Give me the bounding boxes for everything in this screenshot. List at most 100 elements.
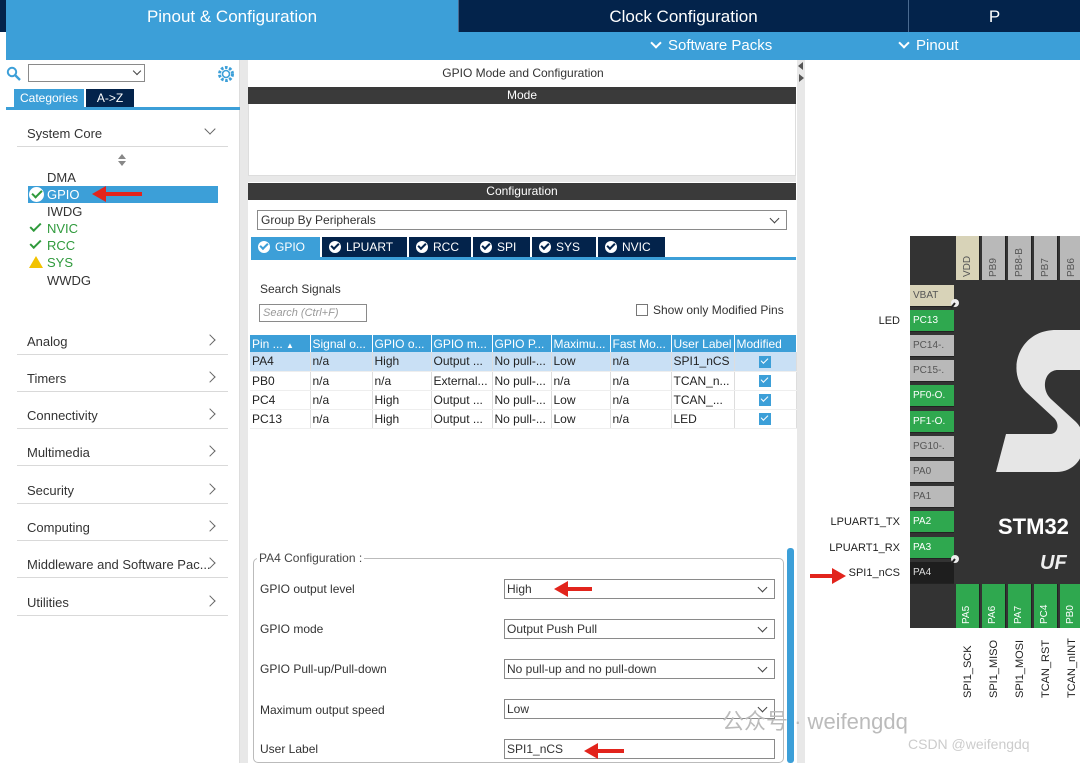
watermark: 公众号 · weifengdq	[722, 709, 908, 734]
search-signals-input[interactable]: Search (Ctrl+F)	[259, 304, 367, 322]
gpio-pull-select[interactable]: No pull-up and no pull-down	[504, 659, 775, 679]
col-header-modified[interactable]: Modified	[734, 335, 797, 352]
pin-pb9[interactable]: PB9	[982, 236, 1006, 280]
pin-pa5[interactable]: PA5	[956, 584, 980, 628]
checked-checkbox[interactable]	[758, 375, 771, 387]
pin-label-spi1-sck: SPI1_SCK	[958, 638, 982, 698]
pin-pg10[interactable]: PG10-.	[910, 436, 954, 458]
tab-a-z[interactable]: A->Z	[86, 89, 134, 107]
section-utilities[interactable]: Utilities	[17, 586, 228, 616]
pin-pb0[interactable]: PB0	[1060, 584, 1080, 628]
gpio-output-level-select[interactable]: High	[504, 579, 775, 599]
pin-pa0[interactable]: PA0	[910, 461, 954, 483]
tab-categories[interactable]: Categories	[14, 89, 84, 107]
tab-pinout-configuration[interactable]: Pinout & Configuration	[6, 0, 458, 32]
group-by-select[interactable]: Group By Peripherals	[257, 210, 787, 230]
select-value: High	[507, 582, 532, 596]
col-header-user-label[interactable]: User Label	[671, 335, 735, 352]
pin-vdd[interactable]: VDD	[956, 236, 980, 280]
pin-pb6[interactable]: PB6	[1060, 236, 1080, 280]
tab-lpuart[interactable]: LPUART	[322, 237, 407, 257]
col-header-gpio-output[interactable]: GPIO o...	[372, 335, 432, 352]
sidebar-item-wwdg[interactable]: WWDG	[28, 272, 218, 289]
sort-icon[interactable]	[117, 154, 127, 166]
section-divider[interactable]	[248, 176, 796, 182]
sidebar-item-dma[interactable]: DMA	[28, 169, 218, 186]
section-label: Security	[27, 483, 74, 498]
section-timers[interactable]: Timers	[17, 362, 228, 392]
pin-pb7[interactable]: PB7	[1034, 236, 1058, 280]
tab-label: SPI	[497, 240, 517, 254]
gear-icon[interactable]	[216, 64, 236, 84]
col-header-fast-mode[interactable]: Fast Mo...	[610, 335, 672, 352]
col-header-signal[interactable]: Signal o...	[310, 335, 373, 352]
pin-pa2[interactable]: PA2	[910, 511, 954, 533]
pin-pc13[interactable]: PC13	[910, 310, 954, 332]
table-row[interactable]: PB0 n/a n/a External... No pull-... n/a …	[250, 371, 797, 391]
section-security[interactable]: Security	[17, 474, 228, 504]
gpio-output-level-label: GPIO output level	[260, 582, 355, 596]
section-label: Connectivity	[27, 408, 98, 423]
table-row[interactable]: PA4 n/a High Output ... No pull-... Low …	[250, 352, 797, 372]
pin-label-spi1-ncs: SPI1_nCS	[848, 567, 900, 579]
cell-user-label: TCAN_...	[671, 390, 735, 410]
pin-pa7[interactable]: PA7	[1008, 584, 1032, 628]
col-header-pin[interactable]: Pin ... ▲	[250, 335, 311, 352]
checked-checkbox[interactable]	[758, 413, 771, 425]
section-multimedia[interactable]: Multimedia	[17, 436, 228, 466]
annotation-arrow-icon	[92, 186, 142, 202]
pin-pf1[interactable]: PF1-O.	[910, 411, 954, 433]
section-label: System Core	[27, 126, 103, 141]
section-computing[interactable]: Computing	[17, 511, 228, 541]
tab-project-manager[interactable]: P	[908, 0, 1080, 32]
tab-gpio[interactable]: GPIO	[251, 237, 320, 257]
collapse-arrows-icon[interactable]	[797, 60, 805, 84]
tab-nvic[interactable]: NVIC	[598, 237, 665, 257]
pinout-menu[interactable]: Pinout	[898, 37, 959, 54]
col-header-gpio-pull[interactable]: GPIO P...	[492, 335, 552, 352]
sidebar-item-nvic[interactable]: NVIC	[28, 219, 218, 237]
chevron-down-icon	[650, 37, 662, 49]
pin-pb8-b[interactable]: PB8-B	[1008, 236, 1032, 280]
section-middleware[interactable]: Middleware and Software Pac...	[17, 548, 228, 578]
tab-spi[interactable]: SPI	[473, 237, 530, 257]
tab-rcc[interactable]: RCC	[409, 237, 471, 257]
cell-gpio-output: n/a	[372, 371, 432, 391]
panel-splitter-right[interactable]	[797, 60, 805, 763]
checked-checkbox[interactable]	[758, 355, 771, 368]
section-connectivity[interactable]: Connectivity	[17, 399, 228, 429]
chevron-right-icon	[204, 371, 216, 383]
table-row[interactable]: PC13 n/a High Output ... No pull-... Low…	[250, 409, 797, 429]
software-packs-menu[interactable]: Software Packs	[650, 37, 772, 54]
search-icon[interactable]	[6, 66, 22, 82]
sidebar-item-iwdg[interactable]: IWDG	[28, 203, 218, 220]
label-text: SPI1_SCK	[962, 645, 974, 698]
search-combo[interactable]	[28, 64, 145, 82]
panel-splitter[interactable]	[240, 60, 248, 763]
sidebar-item-sys[interactable]: SYS	[28, 254, 218, 271]
section-label: Multimedia	[27, 445, 90, 460]
col-header-max-speed[interactable]: Maximu...	[551, 335, 611, 352]
pin-pa6[interactable]: PA6	[982, 584, 1006, 628]
table-row[interactable]: PC4 n/a High Output ... No pull-... Low …	[250, 390, 797, 410]
section-system-core[interactable]: System Core	[17, 117, 228, 147]
gpio-mode-select[interactable]: Output Push Pull	[504, 619, 775, 639]
top-menu-bar: Pinout & Configuration Clock Configurati…	[0, 0, 1080, 32]
header-label: Pin ...	[252, 336, 283, 351]
user-label-input[interactable]: SPI1_nCS	[504, 739, 775, 759]
cell-modified	[734, 371, 797, 391]
cell-signal: n/a	[310, 390, 373, 410]
section-analog[interactable]: Analog	[17, 325, 228, 355]
mode-header: Mode	[248, 87, 796, 104]
tab-clock-configuration[interactable]: Clock Configuration	[458, 0, 908, 32]
tab-sys[interactable]: SYS	[532, 237, 596, 257]
pin-pa1[interactable]: PA1	[910, 486, 954, 508]
checkbox[interactable]	[636, 304, 648, 316]
col-header-gpio-mode[interactable]: GPIO m...	[431, 335, 493, 352]
pin-pc14[interactable]: PC14-.	[910, 335, 954, 357]
sidebar-item-rcc[interactable]: RCC	[28, 236, 218, 254]
pin-pf0[interactable]: PF0-O.	[910, 385, 954, 407]
pin-pc4[interactable]: PC4	[1034, 584, 1058, 628]
pin-pc15[interactable]: PC15-.	[910, 360, 954, 382]
checked-checkbox[interactable]	[758, 394, 771, 406]
